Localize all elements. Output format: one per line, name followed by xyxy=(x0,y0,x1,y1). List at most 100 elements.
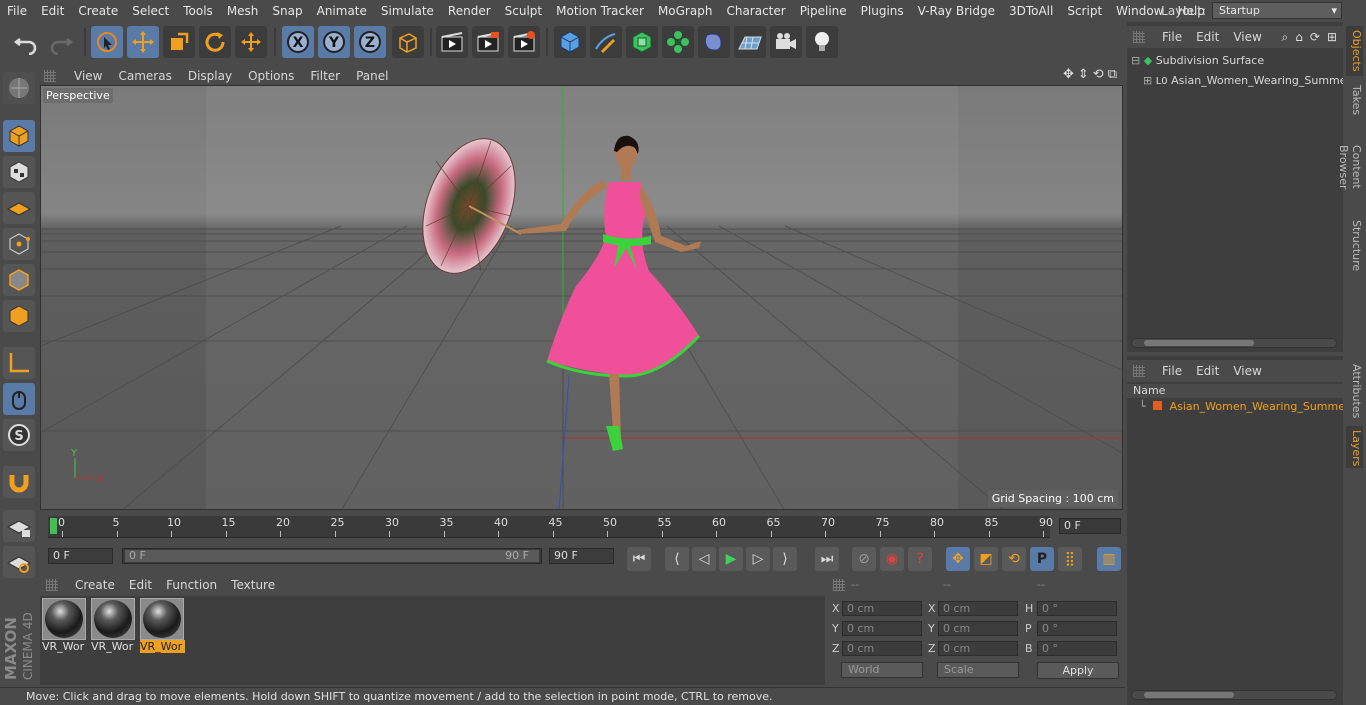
x-axis-lock-icon[interactable]: X xyxy=(282,26,314,58)
viewport-menu-panel[interactable]: Panel xyxy=(348,69,396,83)
size-y-field[interactable]: 0 cm xyxy=(938,621,1018,636)
menu-snap[interactable]: Snap xyxy=(265,4,309,18)
menu-render[interactable]: Render xyxy=(441,4,498,18)
search-icon[interactable]: ⌕ xyxy=(1282,30,1289,45)
redo-icon[interactable] xyxy=(45,26,77,58)
object-menu-view[interactable]: View xyxy=(1226,30,1268,44)
menu-plugins[interactable]: Plugins xyxy=(854,4,911,18)
subdivision-surface-icon[interactable] xyxy=(626,26,658,58)
panel-grip[interactable] xyxy=(1133,365,1145,377)
previous-frame-icon[interactable]: ◁ xyxy=(692,547,716,571)
previous-key-icon[interactable]: ⟨ xyxy=(665,547,689,571)
end-frame-field[interactable]: 90 F xyxy=(549,548,614,564)
frame-range-slider[interactable]: 0 F 90 F xyxy=(122,548,542,564)
next-key-icon[interactable]: ⟩ xyxy=(773,547,797,571)
menu-edit[interactable]: Edit xyxy=(34,4,71,18)
layer-row[interactable]: └ Asian_Women_Wearing_Summer_ xyxy=(1127,398,1343,416)
tweak-mode-icon[interactable] xyxy=(3,383,35,415)
tab-layers[interactable]: Layers xyxy=(1346,426,1363,468)
menu-tools[interactable]: Tools xyxy=(176,4,220,18)
floor-icon[interactable] xyxy=(734,26,766,58)
panel-grip[interactable] xyxy=(833,579,845,591)
menu-animate[interactable]: Animate xyxy=(310,4,374,18)
go-to-end-icon[interactable]: ⏭ xyxy=(815,547,839,571)
tab-takes[interactable]: Takes xyxy=(1346,80,1363,120)
next-frame-icon[interactable]: ▷ xyxy=(746,547,770,571)
material-item[interactable]: VR_Wor xyxy=(42,598,87,656)
panel-grip[interactable] xyxy=(44,69,56,82)
autokey-icon[interactable]: ◉ xyxy=(880,547,904,571)
camera-icon[interactable] xyxy=(770,26,802,58)
render-view-icon[interactable] xyxy=(436,26,468,58)
rotation-b-field[interactable]: 0 ° xyxy=(1037,641,1117,656)
position-z-field[interactable]: 0 cm xyxy=(842,641,922,656)
coordinate-system-icon[interactable] xyxy=(392,26,424,58)
material-menu-texture[interactable]: Texture xyxy=(224,578,282,592)
material-menu-edit[interactable]: Edit xyxy=(122,578,159,592)
home-icon[interactable]: ⌂ xyxy=(1295,30,1303,45)
menu-sculpt[interactable]: Sculpt xyxy=(498,4,549,18)
rotation-p-field[interactable]: 0 ° xyxy=(1037,621,1117,636)
dolly-view-icon[interactable]: ⇕ xyxy=(1078,67,1089,82)
planar-workplane-icon[interactable] xyxy=(3,546,35,578)
menu-motion-tracker[interactable]: Motion Tracker xyxy=(549,4,651,18)
model-mode-icon[interactable] xyxy=(3,120,35,152)
mograph-cloner-icon[interactable] xyxy=(662,26,694,58)
live-selection-icon[interactable] xyxy=(91,26,123,58)
rotation-h-field[interactable]: 0 ° xyxy=(1037,601,1117,616)
undo-icon[interactable] xyxy=(10,26,42,58)
keyframe-help-icon[interactable]: ? xyxy=(908,547,932,571)
3d-viewport[interactable]: Y X Perspective Grid Spacing : 100 cm xyxy=(40,85,1123,510)
viewport-menu-cameras[interactable]: Cameras xyxy=(110,69,179,83)
maximize-view-icon[interactable]: ⧉ xyxy=(1108,67,1117,82)
tab-content-browser[interactable]: Content Browser xyxy=(1337,122,1363,212)
play-icon[interactable]: ▶ xyxy=(719,547,743,571)
menu-mesh[interactable]: Mesh xyxy=(220,4,266,18)
timeline-window-icon[interactable]: ▥ xyxy=(1097,547,1121,571)
menu-pipeline[interactable]: Pipeline xyxy=(793,4,854,18)
go-to-start-icon[interactable]: ⏮ xyxy=(627,547,651,571)
menu-character[interactable]: Character xyxy=(719,4,792,18)
menu-vray-bridge[interactable]: V-Ray Bridge xyxy=(911,4,1002,18)
menu-file[interactable]: File xyxy=(0,4,34,18)
layer-hscrollbar[interactable] xyxy=(1131,690,1337,700)
menu-select[interactable]: Select xyxy=(125,4,176,18)
position-x-field[interactable]: 0 cm xyxy=(842,601,922,616)
locked-workplane-icon[interactable] xyxy=(3,510,35,542)
timeline-playhead[interactable] xyxy=(50,518,57,534)
size-z-field[interactable]: 0 cm xyxy=(938,641,1018,656)
transform-tool-icon[interactable] xyxy=(235,26,267,58)
z-axis-lock-icon[interactable]: Z xyxy=(354,26,386,58)
layer-menu-file[interactable]: File xyxy=(1155,364,1189,378)
magnet-icon[interactable] xyxy=(3,466,35,498)
object-row-mesh[interactable]: ⊞ L0 Asian_Women_Wearing_Summer_ xyxy=(1127,72,1343,90)
layer-menu-edit[interactable]: Edit xyxy=(1189,364,1226,378)
material-menu-create[interactable]: Create xyxy=(68,578,122,592)
object-menu-file[interactable]: File xyxy=(1155,30,1189,44)
current-frame-field[interactable]: 0 F xyxy=(1059,518,1121,534)
viewport-menu-view[interactable]: View xyxy=(66,69,110,83)
viewport-menu-display[interactable]: Display xyxy=(180,69,240,83)
y-axis-lock-icon[interactable]: Y xyxy=(318,26,350,58)
texture-mode-icon[interactable] xyxy=(3,156,35,188)
render-to-picture-viewer-icon[interactable] xyxy=(472,26,504,58)
viewport-menu-filter[interactable]: Filter xyxy=(302,69,348,83)
camera-label[interactable]: Perspective xyxy=(43,88,113,103)
points-mode-icon[interactable] xyxy=(3,228,35,260)
deformer-icon[interactable] xyxy=(698,26,730,58)
pen-spline-icon[interactable] xyxy=(590,26,622,58)
polygons-mode-icon[interactable] xyxy=(3,300,35,332)
key-position-icon[interactable]: ✥ xyxy=(946,547,970,571)
object-menu-edit[interactable]: Edit xyxy=(1189,30,1226,44)
key-pla-icon[interactable]: ⣿ xyxy=(1058,547,1082,571)
workplane-mode-icon[interactable] xyxy=(3,192,35,224)
enable-axis-icon[interactable] xyxy=(3,347,35,379)
scale-tool-icon[interactable] xyxy=(163,26,195,58)
material-item[interactable]: VR_Wor xyxy=(91,598,136,656)
material-item-selected[interactable]: VR_Wor xyxy=(140,598,185,656)
tree-collapse-icon[interactable]: ⊟ xyxy=(1131,54,1140,67)
snap-icon[interactable]: S xyxy=(3,419,35,451)
menu-script[interactable]: Script xyxy=(1060,4,1109,18)
tab-objects[interactable]: Objects xyxy=(1346,26,1363,76)
light-icon[interactable] xyxy=(806,26,838,58)
